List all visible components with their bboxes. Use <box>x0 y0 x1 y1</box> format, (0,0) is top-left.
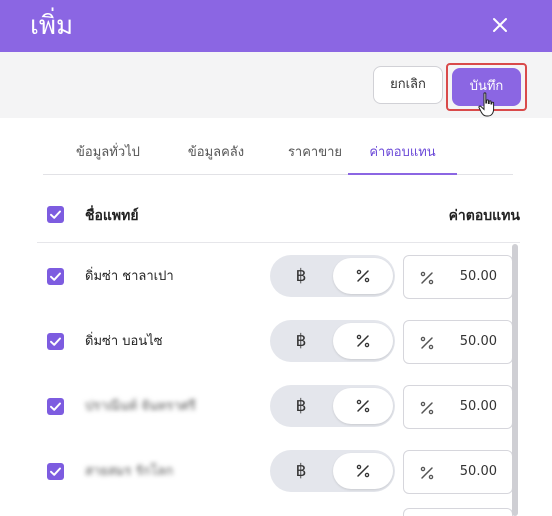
fee-mode-toggle: ฿ <box>270 450 395 492</box>
percent-icon <box>356 399 370 413</box>
tab-compensation[interactable]: ค่าตอบแทน <box>348 132 457 175</box>
compensation-value: 50.00 <box>459 334 497 349</box>
compensation-input[interactable]: 50.00 <box>403 385 513 429</box>
list-header: ชื่อแพทย์ ค่าตอบแทน <box>37 195 520 243</box>
row-checkbox[interactable] <box>47 268 64 285</box>
percent-option[interactable] <box>333 258 393 294</box>
compensation-input[interactable]: 50.00 <box>403 450 513 494</box>
list-item: ดิ่มซ่า บอนไซ ฿ 50.00 <box>37 309 513 374</box>
percent-icon <box>356 269 370 283</box>
check-icon <box>50 272 61 281</box>
doctor-name: ดิ่มซ่า บอนไซ <box>85 334 163 349</box>
compensation-value: 50.00 <box>459 464 497 479</box>
check-icon <box>50 210 61 219</box>
percent-icon <box>420 466 434 480</box>
column-header-compensation: ค่าตอบแทน <box>448 208 520 224</box>
percent-icon <box>420 401 434 415</box>
compensation-input[interactable]: 50.00 <box>403 320 513 364</box>
check-icon <box>50 467 61 476</box>
tab-inventory[interactable]: ข้อมูลคลัง <box>161 132 271 175</box>
baht-option[interactable]: ฿ <box>270 320 332 362</box>
scrollbar-thumb[interactable] <box>512 244 518 516</box>
percent-icon <box>356 464 370 478</box>
check-icon <box>50 337 61 346</box>
column-header-doctor-name: ชื่อแพทย์ <box>85 208 139 224</box>
percent-icon <box>356 334 370 348</box>
percent-option[interactable] <box>333 388 393 424</box>
hand-cursor-icon <box>478 92 495 117</box>
dialog-title: เพิ่ม <box>30 11 74 41</box>
list-item: ปราณีนท์ จันทราศรี ฿ 50.00 <box>37 374 513 439</box>
action-toolbar: ยกเลิก บันทึก <box>0 52 552 118</box>
close-icon[interactable] <box>488 13 512 37</box>
dialog-header: เพิ่ม <box>0 0 552 52</box>
doctor-name: สายสมร รักโลก <box>85 464 174 479</box>
list-scrollbar[interactable] <box>512 244 518 516</box>
percent-option[interactable] <box>333 323 393 359</box>
row-checkbox[interactable] <box>47 398 64 415</box>
row-checkbox[interactable] <box>47 463 64 480</box>
doctor-name: ปราณีนท์ จันทราศรี <box>85 399 196 414</box>
list-item: ดิ่มซ่า ชาลาเปา ฿ 50.00 <box>37 244 513 309</box>
doctor-name: ดิ่มซ่า ชาลาเปา <box>85 269 174 284</box>
fee-mode-toggle: ฿ <box>270 385 395 427</box>
baht-option[interactable]: ฿ <box>270 255 332 297</box>
compensation-input[interactable]: 50.00 <box>403 255 513 299</box>
compensation-value: 50.00 <box>459 269 497 284</box>
baht-option[interactable]: ฿ <box>270 450 332 492</box>
row-checkbox[interactable] <box>47 333 64 350</box>
percent-option[interactable] <box>333 453 393 489</box>
percent-icon <box>420 336 434 350</box>
list-item: สายสมร รักโลก ฿ 50.00 <box>37 439 513 504</box>
baht-option[interactable]: ฿ <box>270 385 332 427</box>
check-icon <box>50 402 61 411</box>
compensation-value: 50.00 <box>459 399 497 414</box>
select-all-checkbox[interactable] <box>47 206 64 223</box>
tab-general-info[interactable]: ข้อมูลทั่วไป <box>53 132 163 175</box>
cancel-button[interactable]: ยกเลิก <box>373 66 443 104</box>
next-row-input-edge <box>403 508 513 516</box>
tab-bar: ข้อมูลทั่วไป ข้อมูลคลัง ราคาขาย ค่าตอบแท… <box>43 132 513 175</box>
percent-icon <box>420 271 434 285</box>
fee-mode-toggle: ฿ <box>270 320 395 362</box>
fee-mode-toggle: ฿ <box>270 255 395 297</box>
